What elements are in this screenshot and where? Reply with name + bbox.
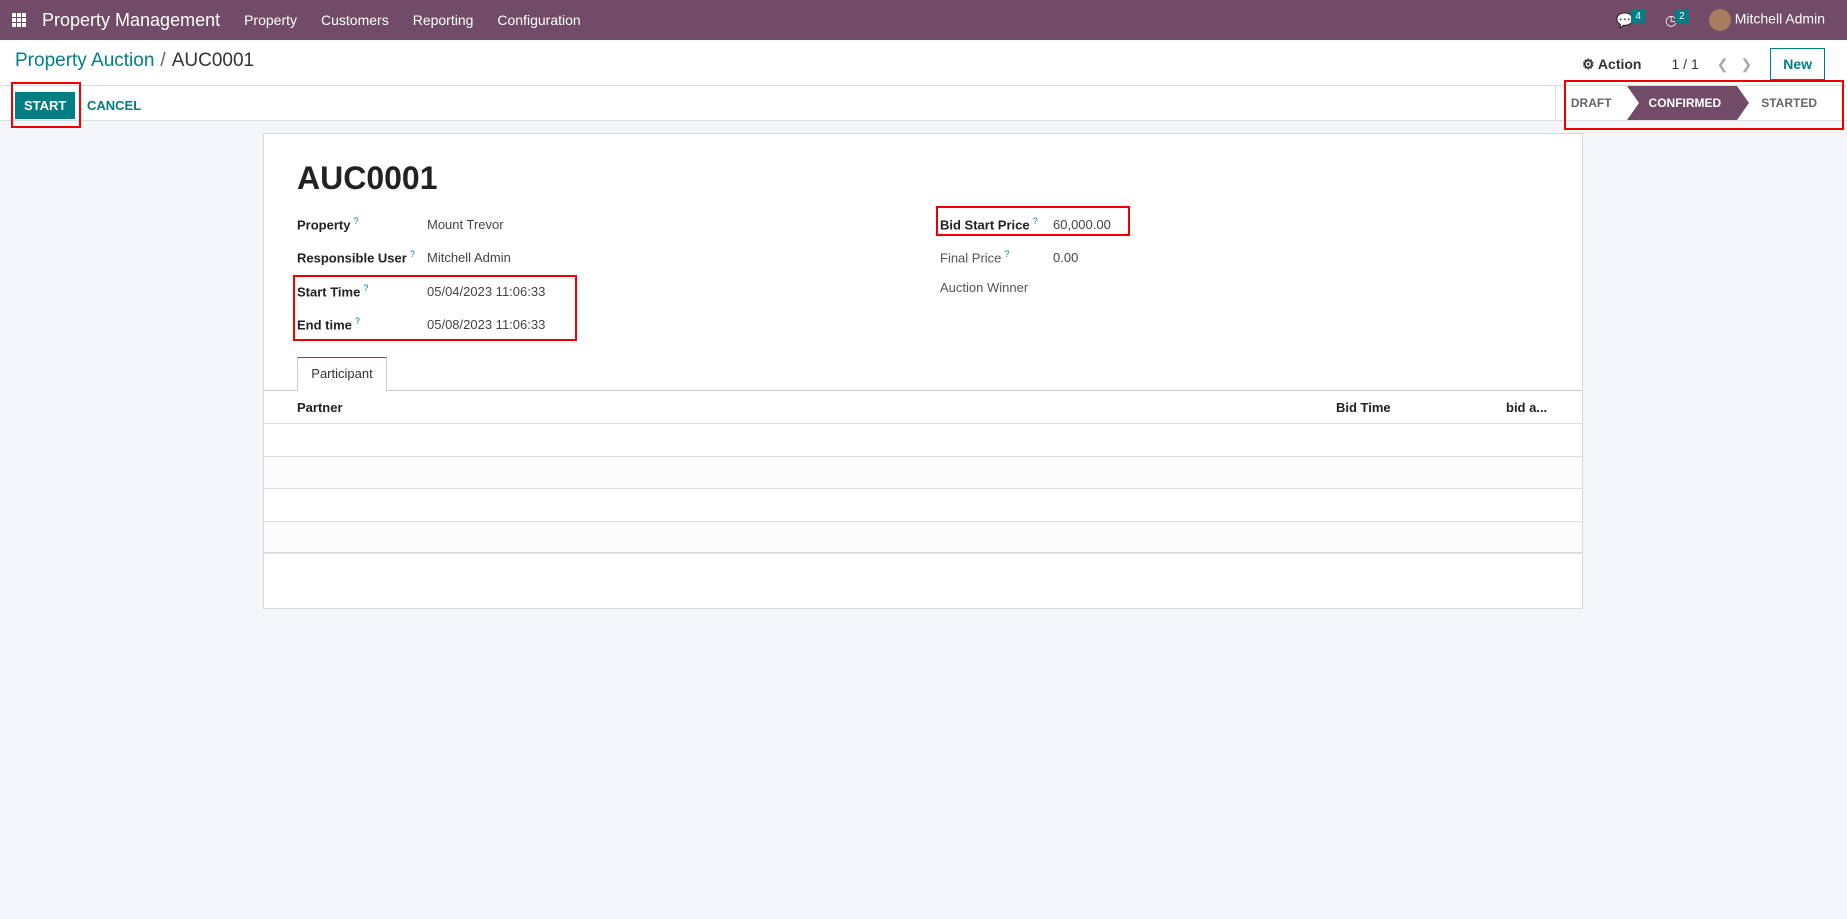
field-property[interactable]: Mount Trevor bbox=[427, 217, 504, 232]
gear-icon: ⚙ bbox=[1581, 55, 1595, 72]
field-bid-start-price[interactable]: 60,000.00 bbox=[1053, 217, 1111, 232]
column-bid-time[interactable]: Bid Time bbox=[1336, 400, 1391, 415]
pager-next-icon[interactable]: ❯ bbox=[1740, 56, 1752, 73]
cancel-button[interactable]: CANCEL bbox=[87, 92, 141, 119]
breadcrumb: Property Auction / AUC0001 bbox=[15, 50, 255, 71]
menu-configuration[interactable]: Configuration bbox=[497, 12, 580, 28]
user-name: Mitchell Admin bbox=[1734, 10, 1825, 27]
field-start-time[interactable]: 05/04/2023 11:06:33 bbox=[427, 284, 545, 299]
new-button[interactable]: New bbox=[1770, 48, 1825, 80]
help-icon: ? bbox=[354, 316, 360, 326]
menu-customers[interactable]: Customers bbox=[321, 12, 389, 28]
record-title: AUC0001 bbox=[297, 160, 438, 196]
action-button[interactable]: ⚙ Action bbox=[1582, 56, 1642, 73]
participant-table: Partner Bid Time bid a... bbox=[264, 390, 1582, 554]
user-menu[interactable]: Mitchell Admin bbox=[1708, 9, 1825, 31]
messages-badge: 4 bbox=[1631, 9, 1645, 23]
field-label-property: Property? bbox=[297, 216, 359, 233]
help-icon: ? bbox=[353, 216, 359, 226]
status-confirmed[interactable]: CONFIRMED bbox=[1626, 86, 1749, 120]
field-label-end-time: End time? bbox=[297, 316, 360, 333]
help-icon: ? bbox=[1004, 249, 1010, 259]
avatar bbox=[1708, 9, 1731, 31]
apps-menu-icon[interactable] bbox=[12, 13, 26, 27]
table-row[interactable] bbox=[264, 456, 1582, 489]
start-button[interactable]: START bbox=[15, 92, 76, 119]
table-row[interactable] bbox=[264, 489, 1582, 522]
help-icon: ? bbox=[363, 283, 369, 293]
app-title[interactable]: Property Management bbox=[42, 10, 220, 31]
control-panel: Property Auction / AUC0001 ⚙ Action 1 / 1 … bbox=[0, 40, 1847, 85]
action-label: Action bbox=[1597, 55, 1642, 72]
menu-property[interactable]: Property bbox=[244, 12, 297, 28]
table-body bbox=[264, 424, 1582, 554]
status-bar: START CANCEL DRAFT CONFIRMED STARTED bbox=[0, 85, 1847, 121]
field-label-auction-winner: Auction Winner bbox=[940, 280, 1029, 295]
field-final-price: 0.00 bbox=[1053, 250, 1079, 265]
help-icon: ? bbox=[1032, 216, 1038, 226]
field-label-start-time: Start Time? bbox=[297, 283, 369, 300]
messages-button[interactable]: 💬 4 bbox=[1616, 9, 1645, 29]
menu-reporting[interactable]: Reporting bbox=[413, 12, 474, 28]
field-label-bid-start-price: Bid Start Price? bbox=[940, 216, 1038, 233]
status-started[interactable]: STARTED bbox=[1737, 86, 1832, 120]
column-bid-amount[interactable]: bid a... bbox=[1506, 400, 1547, 415]
table-row[interactable] bbox=[264, 521, 1582, 554]
field-responsible-user[interactable]: Mitchell Admin bbox=[427, 250, 511, 265]
activities-button[interactable]: ◷ 2 bbox=[1665, 9, 1689, 29]
pager[interactable]: 1 / 1 bbox=[1671, 56, 1698, 72]
breadcrumb-current: AUC0001 bbox=[171, 50, 255, 71]
table-header: Partner Bid Time bid a... bbox=[264, 391, 1582, 424]
form-sheet: AUC0001 Property? Mount Trevor Responsib… bbox=[263, 133, 1583, 609]
table-row[interactable] bbox=[264, 424, 1582, 457]
status-draft[interactable]: DRAFT bbox=[1556, 86, 1627, 120]
top-navbar: Property Management Property Customers R… bbox=[0, 0, 1847, 40]
field-label-responsible-user: Responsible User? bbox=[297, 249, 415, 266]
status-pipeline: DRAFT CONFIRMED STARTED bbox=[1554, 86, 1832, 120]
pager-prev-icon[interactable]: ❮ bbox=[1717, 56, 1729, 73]
activities-badge: 2 bbox=[1675, 9, 1689, 23]
breadcrumb-parent[interactable]: Property Auction bbox=[15, 50, 154, 71]
field-label-final-price: Final Price? bbox=[940, 249, 1010, 266]
field-end-time[interactable]: 05/08/2023 11:06:33 bbox=[427, 317, 545, 332]
column-partner[interactable]: Partner bbox=[297, 400, 343, 415]
help-icon: ? bbox=[409, 249, 415, 259]
tab-participant[interactable]: Participant bbox=[297, 357, 387, 391]
